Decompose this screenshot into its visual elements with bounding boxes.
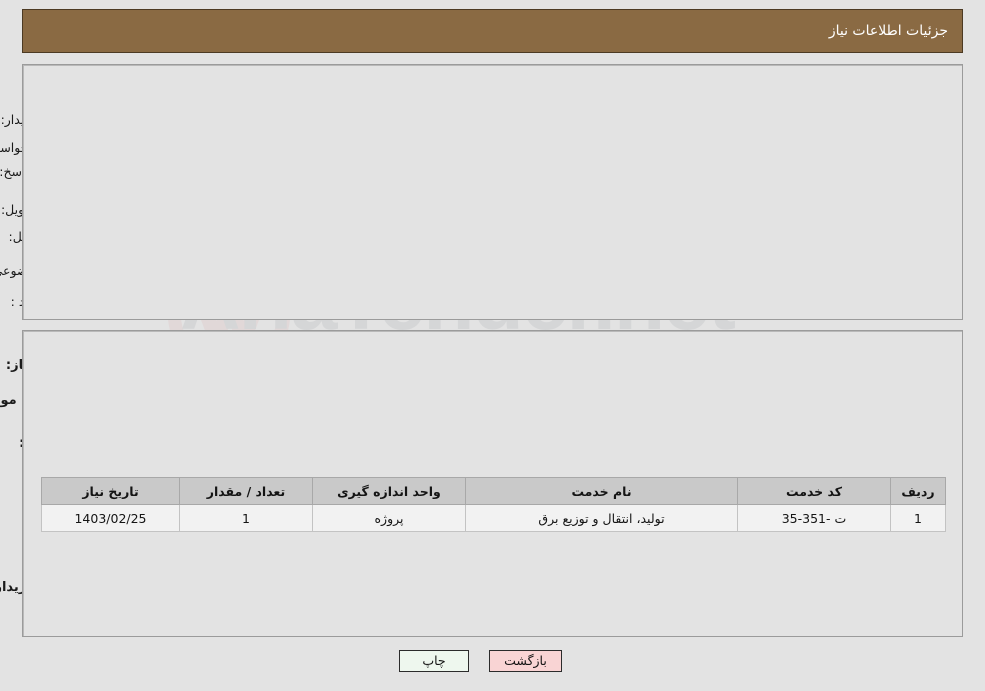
cell-radif: 1 xyxy=(890,504,946,532)
page-header: جزئیات اطلاعات نیاز xyxy=(22,9,963,53)
cell-vahed: پروژه xyxy=(312,504,466,532)
service-items-table: ردیف کد خدمت نام خدمت واحد اندازه گیری ت… xyxy=(41,477,946,532)
back-button[interactable]: بازگشت xyxy=(489,650,562,672)
cell-nam: تولید، انتقال و توزیع برق xyxy=(465,504,738,532)
col-nam: نام خدمت xyxy=(465,477,738,505)
col-radif: ردیف xyxy=(890,477,946,505)
cell-kod: ت -351-35 xyxy=(737,504,891,532)
print-button[interactable]: چاپ xyxy=(399,650,469,672)
col-kod: کد خدمت xyxy=(737,477,891,505)
table-header-row: ردیف کد خدمت نام خدمت واحد اندازه گیری ت… xyxy=(41,477,946,505)
table-row[interactable]: 1 ت -351-35 تولید، انتقال و توزیع برق پر… xyxy=(41,504,946,532)
cell-tedad: 1 xyxy=(179,504,313,532)
cell-tarikh: 1403/02/25 xyxy=(41,504,180,532)
col-vahed: واحد اندازه گیری xyxy=(312,477,466,505)
need-info-panel xyxy=(22,64,963,320)
col-tarikh: تاریخ نیاز xyxy=(41,477,180,505)
col-tedad: تعداد / مقدار xyxy=(179,477,313,505)
page-title: جزئیات اطلاعات نیاز xyxy=(828,23,948,39)
